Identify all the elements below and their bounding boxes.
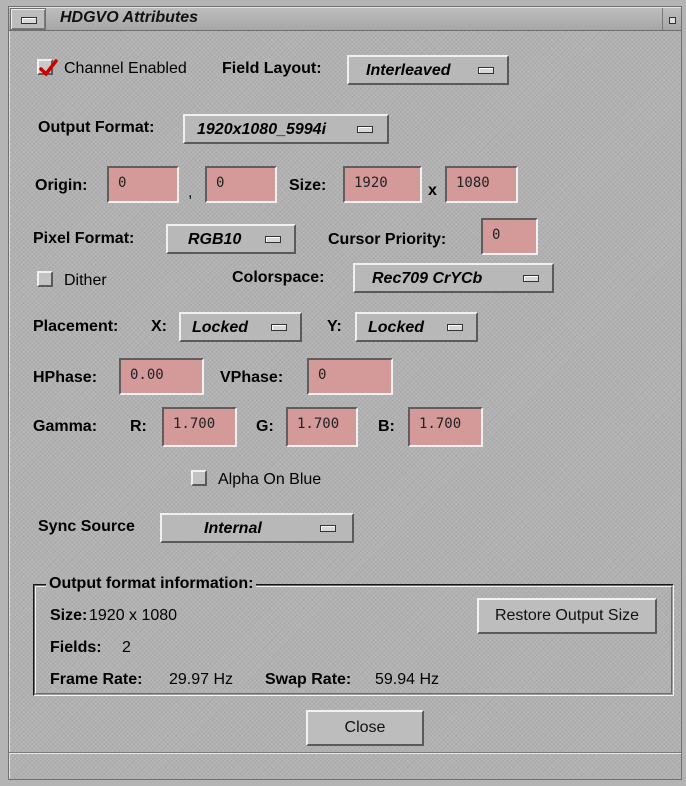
vphase-field[interactable]: 0 — [307, 358, 393, 395]
origin-label: Origin: — [35, 177, 88, 194]
origin-x-field[interactable]: 0 — [107, 166, 179, 203]
size-width-field[interactable]: 1920 — [343, 166, 422, 203]
info-fields-label: Fields: — [50, 639, 102, 656]
option-menu-icon — [265, 236, 281, 243]
option-menu-icon — [357, 126, 373, 133]
hphase-field[interactable]: 0.00 — [119, 358, 204, 395]
pixel-format-label: Pixel Format: — [33, 230, 135, 247]
output-format-value: 1920x1080_5994i — [197, 121, 327, 138]
option-menu-icon — [271, 324, 287, 331]
checkmark-icon — [39, 59, 58, 77]
option-menu-icon — [320, 525, 336, 532]
vphase-label: VPhase: — [220, 369, 284, 386]
info-frame-rate-value: 29.97 Hz — [169, 671, 234, 688]
option-menu-icon — [523, 275, 539, 282]
placement-x-option-menu[interactable]: Locked — [179, 312, 302, 342]
gamma-g-label: G: — [256, 418, 274, 435]
origin-y-field[interactable]: 0 — [205, 166, 277, 203]
size-height-field[interactable]: 1080 — [445, 166, 518, 203]
gamma-b-label: B: — [378, 418, 395, 435]
info-size-value: 1920 x 1080 — [89, 607, 178, 624]
placement-y-value: Locked — [368, 319, 425, 336]
info-fields-value: 2 — [122, 639, 131, 656]
pixel-format-value: RGB10 — [188, 231, 242, 248]
placement-y-option-menu[interactable]: Locked — [355, 312, 478, 342]
gamma-b-field[interactable]: 1.700 — [408, 407, 483, 447]
field-layout-label: Field Layout: — [222, 60, 322, 77]
sync-source-value: Internal — [204, 520, 262, 537]
alpha-on-blue-checkbox[interactable] — [191, 470, 207, 486]
option-menu-icon — [447, 324, 463, 331]
size-times: x — [428, 182, 437, 199]
placement-x-value: Locked — [192, 319, 249, 336]
output-info-legend: Output format information: — [46, 575, 257, 593]
cursor-priority-label: Cursor Priority: — [328, 231, 447, 248]
window-menu-icon[interactable] — [10, 8, 46, 30]
dither-label: Dither — [64, 272, 107, 289]
pixel-format-option-menu[interactable]: RGB10 — [166, 224, 296, 254]
cursor-priority-field[interactable]: 0 — [481, 218, 538, 255]
colorspace-label: Colorspace: — [232, 269, 325, 286]
field-layout-option-menu[interactable]: Interleaved — [347, 55, 509, 85]
output-format-option-menu[interactable]: 1920x1080_5994i — [183, 114, 389, 144]
colorspace-value: Rec709 CrYCb — [372, 270, 483, 287]
info-size-label: Size: — [50, 607, 88, 624]
info-swap-rate-label: Swap Rate: — [265, 671, 352, 688]
info-frame-rate-label: Frame Rate: — [50, 671, 143, 688]
sync-source-label: Sync Source — [38, 518, 135, 535]
restore-output-size-button[interactable]: Restore Output Size — [477, 598, 657, 634]
window-maximize-icon[interactable] — [662, 8, 682, 30]
gamma-g-field[interactable]: 1.700 — [286, 407, 358, 447]
placement-y-label: Y: — [327, 318, 342, 335]
placement-label: Placement: — [33, 318, 119, 335]
sync-source-option-menu[interactable]: Internal — [160, 513, 354, 543]
gamma-r-label: R: — [130, 418, 147, 435]
gamma-label: Gamma: — [33, 418, 98, 435]
dither-checkbox[interactable] — [37, 271, 53, 287]
origin-separator: , — [188, 184, 193, 201]
field-layout-value: Interleaved — [366, 62, 451, 79]
output-format-label: Output Format: — [38, 119, 155, 136]
colorspace-option-menu[interactable]: Rec709 CrYCb — [353, 263, 554, 293]
bottom-separator — [9, 752, 681, 754]
channel-enabled-label: Channel Enabled — [64, 60, 187, 77]
channel-enabled-checkbox[interactable] — [37, 59, 58, 77]
option-menu-icon — [478, 67, 494, 74]
close-button[interactable]: Close — [306, 710, 424, 746]
alpha-on-blue-label: Alpha On Blue — [218, 471, 322, 488]
info-swap-rate-value: 59.94 Hz — [375, 671, 440, 688]
placement-x-label: X: — [151, 318, 167, 335]
gamma-r-field[interactable]: 1.700 — [162, 407, 237, 447]
size-label: Size: — [289, 177, 327, 194]
hphase-label: HPhase: — [33, 369, 98, 386]
window-title: HDGVO Attributes — [60, 9, 199, 26]
